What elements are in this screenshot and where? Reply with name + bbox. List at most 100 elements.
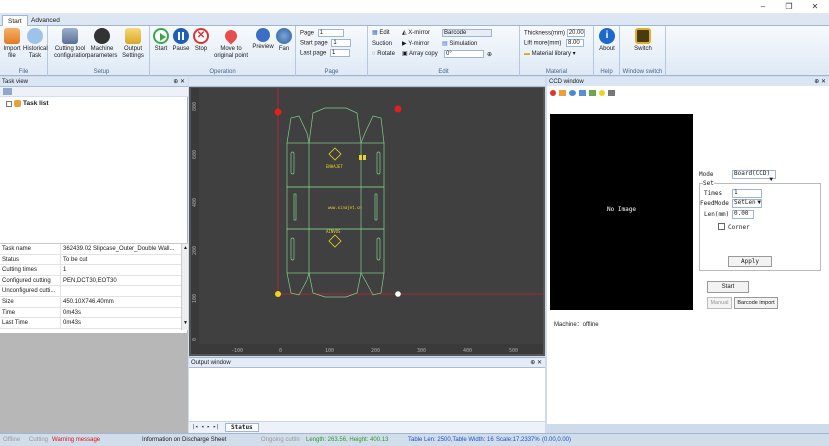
minimize-button[interactable]: – [753, 1, 773, 12]
task-view-empty-area [0, 333, 188, 433]
canvas-header [189, 77, 545, 87]
output-window: Output window ⊕ ✕ |◂ ◂ ▸ ▸| Status [189, 357, 545, 434]
die-slot [293, 193, 297, 221]
info-icon: i [599, 28, 615, 44]
len-input[interactable]: 0.00 [732, 210, 754, 219]
edit-button[interactable]: ▦ Edit [372, 29, 390, 38]
pause-icon [173, 28, 189, 44]
brand-label-top: ENHAJET [326, 164, 343, 169]
marker-top-left[interactable] [274, 108, 282, 116]
start-page-stepper[interactable]: 1 [331, 39, 352, 47]
pause-button[interactable]: Pause [172, 28, 190, 53]
rotate-apply-icon[interactable]: ⊕ [487, 52, 492, 58]
marker-bottom-right[interactable] [395, 291, 401, 297]
machine-parameters-button[interactable]: Machine parameters [87, 28, 117, 60]
tab-start[interactable]: Start [2, 15, 28, 26]
die-slot [376, 237, 381, 261]
origin-marker[interactable] [275, 291, 281, 297]
marker-top-right[interactable] [394, 105, 402, 113]
tab-status[interactable]: Status [225, 423, 259, 432]
light-icon[interactable] [599, 89, 605, 96]
tab-advanced[interactable]: Advanced [26, 15, 65, 26]
rotate-button[interactable]: ◌ Rotate [372, 50, 395, 59]
die-print-marks: ENHAJET www.xinajet.cn AINVOS [326, 147, 366, 248]
status-discharge-info[interactable]: Information on Discharge Sheet [142, 434, 226, 446]
ruler-y-label: 200 [192, 246, 198, 255]
switch-button[interactable]: Switch [630, 28, 656, 53]
ribbon-tabs: Start Advanced [0, 13, 829, 26]
x-mirror-button[interactable]: ◭ X-mirror [402, 29, 430, 38]
output-settings-button[interactable]: Output Settings [118, 28, 148, 60]
scroll-up-icon[interactable]: ▲ [183, 245, 188, 251]
group-label-file: File [18, 69, 29, 75]
status-dimensions: Length: 263.56, Height: 400.13 [306, 437, 389, 443]
ruler-x-label: 300 [417, 348, 426, 354]
task-view-pin-close[interactable]: ⊕ ✕ [173, 77, 185, 87]
about-button[interactable]: i About [596, 28, 618, 53]
array-copy-icon: ▣ [402, 51, 410, 57]
manual-button[interactable]: Manual [707, 297, 732, 309]
cutting-tool-button[interactable]: Cutting tool configuration [54, 28, 88, 60]
material-library-icon: ▬ [524, 51, 532, 57]
output-window-pin-close[interactable]: ⊕ ✕ [530, 358, 542, 368]
group-window-switch: Switch Window switch [620, 26, 666, 76]
maximize-button[interactable]: ❐ [779, 1, 799, 12]
print-mark [363, 155, 366, 160]
barcode-import-button[interactable]: Barcode import [734, 297, 778, 309]
camera-icon[interactable] [579, 89, 586, 96]
property-row: Task name 362439.02 Slipcase_Outer_Double… [0, 244, 181, 255]
set-groupbox: Set Times 1 FeedMode SetLen ▼ Len(mm) 0.0… [699, 180, 821, 271]
y-mirror-button[interactable]: ▶ Y-mirror [402, 40, 429, 49]
lift-input[interactable]: 8.00 [566, 39, 585, 47]
rotate-angle-field[interactable]: 0° ⊕ [444, 50, 492, 59]
scroll-down-icon[interactable]: ▼ [183, 320, 188, 326]
ccd-toolbar [550, 88, 615, 97]
image-icon[interactable] [589, 89, 596, 96]
status-cutting: Cutting [29, 437, 49, 443]
die-slot [376, 151, 381, 175]
history-icon [27, 28, 43, 44]
suction-button[interactable]: Suction [372, 40, 392, 49]
preview-button[interactable]: Preview [252, 28, 274, 51]
open-folder-icon[interactable] [559, 89, 566, 96]
barcode-field[interactable]: Barcode [442, 29, 492, 38]
apply-button[interactable]: Apply [728, 256, 772, 267]
times-input[interactable]: 1 [732, 189, 762, 198]
mode-select[interactable]: Board(CCD) ▼ [732, 170, 776, 183]
record-icon[interactable] [550, 89, 556, 96]
fan-button[interactable]: Fan [275, 28, 293, 53]
group-file: Import file Historical Task File [0, 26, 48, 76]
stop-button[interactable]: ✕ Stop [192, 28, 210, 53]
page-select[interactable]: 1 [317, 29, 344, 37]
material-library-button[interactable]: ▬ Material library ▾ [524, 50, 576, 59]
ruler-x-label: 400 [463, 348, 472, 354]
status-scale: Scale:17.2337% [496, 437, 540, 443]
status-warning[interactable]: Warning message [52, 434, 100, 446]
feedmode-select[interactable]: SetLen ▼ [732, 199, 762, 208]
task-toolbar-icon[interactable] [3, 88, 12, 95]
last-page-stepper[interactable]: 1 [330, 49, 351, 57]
group-material: Thickness(mm) 20.00 Lift more(mm) 8.00 ▬… [520, 26, 594, 76]
historical-task-button[interactable]: Historical Task [23, 28, 48, 60]
array-copy-button[interactable]: ▣ Array copy [402, 50, 438, 59]
import-file-button[interactable]: Import file [2, 28, 22, 60]
output-nav-arrows[interactable]: |◂ ◂ ▸ ▸| [192, 424, 219, 430]
move-to-origin-button[interactable]: Move to original point [212, 27, 250, 60]
close-button[interactable]: ✕ [805, 1, 825, 12]
property-row: Unconfigured cutti... [0, 286, 181, 297]
corner-checkbox[interactable] [718, 223, 725, 230]
task-list-node[interactable]: Task list [6, 100, 49, 107]
properties-scrollbar[interactable]: ▲ ▼ [181, 244, 188, 330]
tree-expander-icon[interactable] [6, 100, 12, 107]
ccd-window: No Image Mode Board(CCD) ▼ Set Times 1 Fe… [547, 86, 829, 424]
refresh-icon[interactable] [569, 89, 576, 96]
drawing-canvas[interactable]: -100 0 100 200 300 400 500 800 600 400 2… [191, 88, 543, 354]
ccd-start-button[interactable]: Start [707, 281, 749, 293]
die-left-tab-bottom [286, 272, 310, 296]
start-button[interactable]: Start [152, 28, 170, 53]
die-cut-drawing[interactable] [286, 107, 385, 298]
thickness-input[interactable]: 20.00 [566, 29, 585, 37]
simulation-button[interactable]: ▤ Simulation [442, 40, 477, 49]
settings-icon[interactable] [608, 89, 615, 96]
window-switch-icon [635, 28, 651, 44]
